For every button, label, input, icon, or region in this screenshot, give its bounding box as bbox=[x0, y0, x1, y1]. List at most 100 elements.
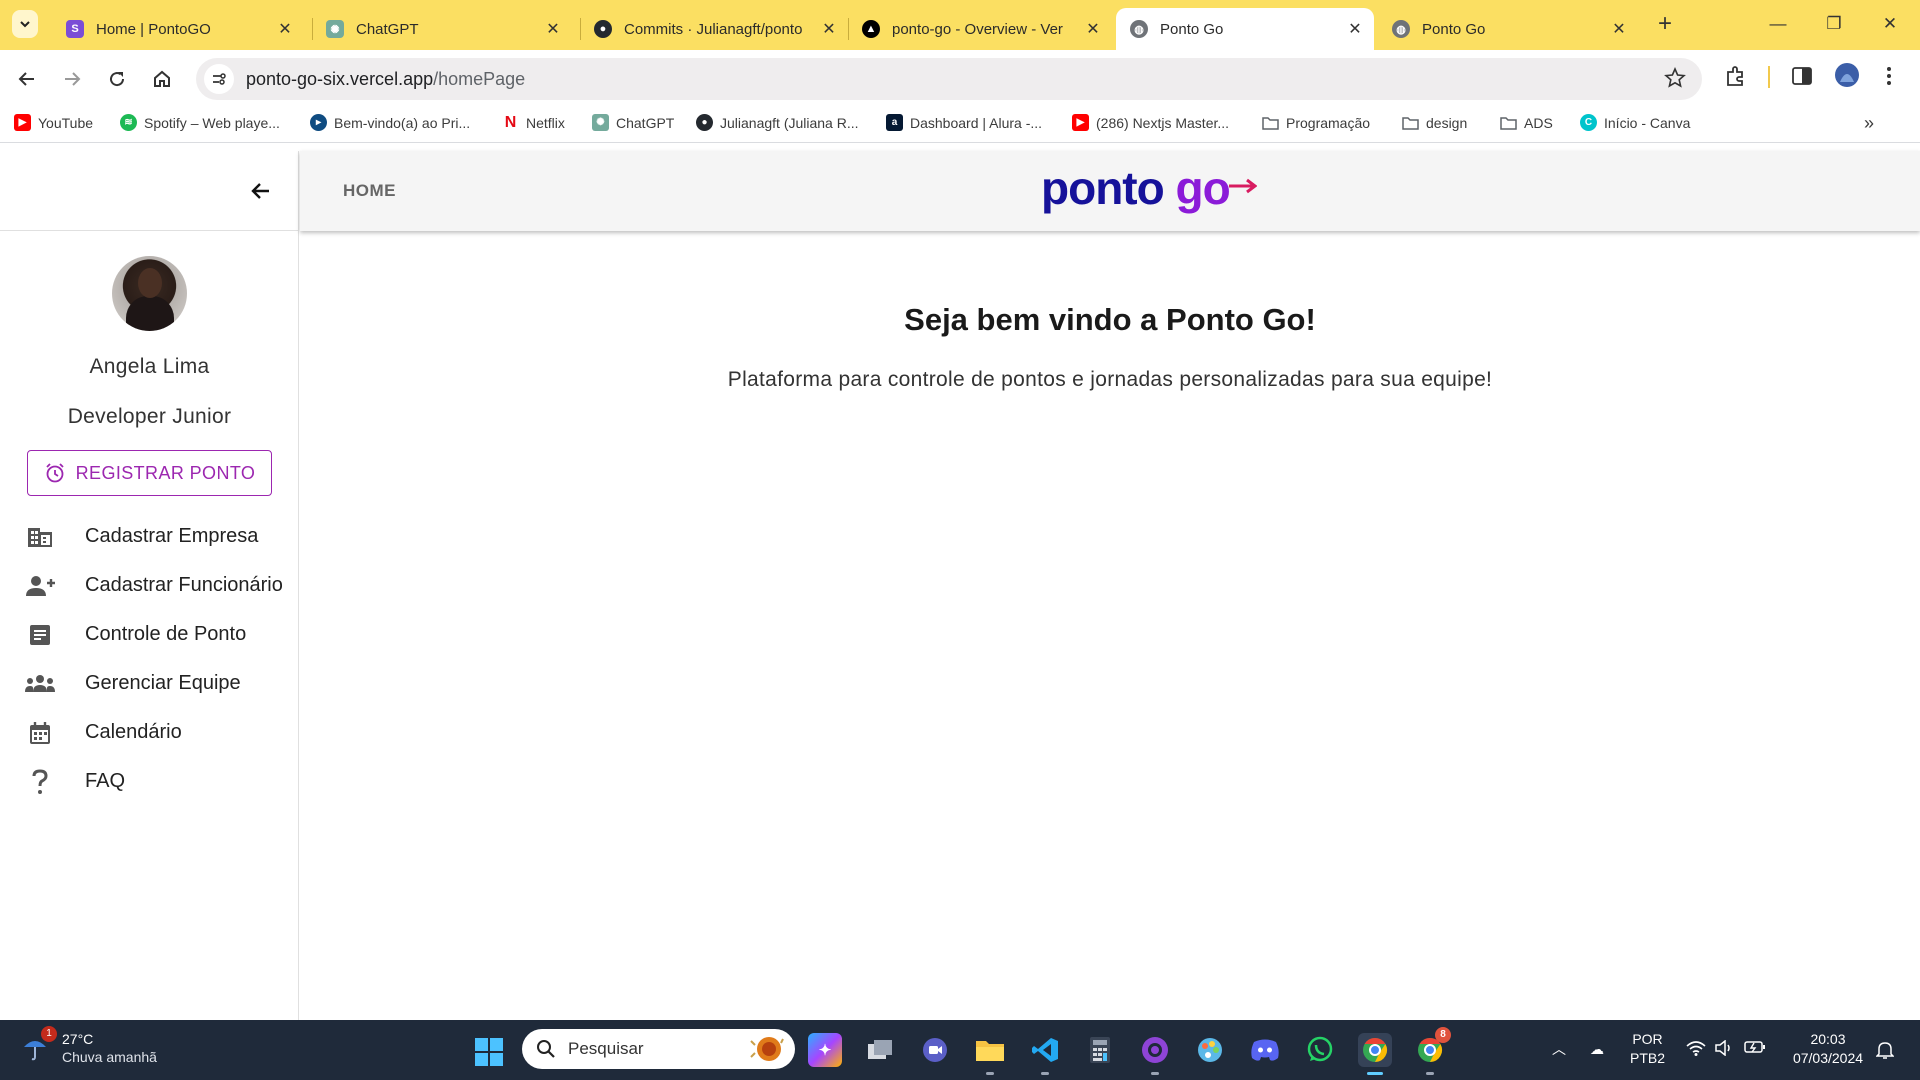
tab-github-commits[interactable]: ● Commits · Julianagft/ponto ✕ bbox=[580, 8, 848, 50]
menu-item-controle-de-ponto[interactable]: Controle de Ponto bbox=[0, 610, 299, 659]
vscode-icon[interactable] bbox=[1028, 1033, 1062, 1067]
bookmark-netflix[interactable]: N Netflix bbox=[502, 114, 565, 131]
weather-badge: 1 bbox=[41, 1026, 57, 1042]
menu-item-gerenciar-equipe[interactable]: Gerenciar Equipe bbox=[0, 659, 299, 708]
menu-item-cadastrar-empresa[interactable]: Cadastrar Empresa bbox=[0, 512, 299, 561]
minimize-window-button[interactable]: — bbox=[1750, 8, 1806, 40]
copilot-app-icon[interactable]: ✦ bbox=[808, 1033, 842, 1067]
chatgpt-favicon: ✺ bbox=[326, 20, 344, 38]
bookmark-spotify[interactable]: ≋ Spotify – Web playe... bbox=[120, 114, 280, 131]
close-tab-icon[interactable]: ✕ bbox=[1610, 19, 1628, 39]
tab-vercel-overview[interactable]: ▲ ponto-go - Overview - Ver ✕ bbox=[848, 8, 1112, 50]
bookmark-folder-design[interactable]: design bbox=[1402, 114, 1467, 131]
taskbar-search[interactable]: Pesquisar bbox=[522, 1029, 795, 1069]
side-panel-icon[interactable] bbox=[1790, 64, 1814, 93]
sidebar-header bbox=[0, 151, 298, 231]
url-host: ponto-go-six.vercel.app bbox=[246, 68, 434, 89]
address-bar[interactable]: ponto-go-six.vercel.app/homePage bbox=[196, 58, 1702, 100]
user-role: Developer Junior bbox=[67, 405, 232, 428]
browser-menu-icon[interactable] bbox=[1886, 64, 1892, 93]
back-button[interactable] bbox=[12, 64, 42, 94]
welcome-title: Seja bem vindo a Ponto Go! bbox=[904, 302, 1316, 337]
logo-arrow-icon bbox=[1229, 178, 1257, 194]
menu-item-cadastrar-funcionario[interactable]: Cadastrar Funcionário bbox=[0, 561, 299, 610]
browser-tab-strip: S Home | PontoGO ✕ ✺ ChatGPT ✕ ● Commits… bbox=[0, 0, 1920, 50]
url-path: /homePage bbox=[433, 68, 526, 89]
close-tab-icon[interactable]: ✕ bbox=[1084, 19, 1102, 39]
github-desktop-icon[interactable] bbox=[1138, 1033, 1172, 1067]
arrow-left-icon bbox=[251, 183, 269, 199]
discord-icon[interactable] bbox=[1248, 1033, 1282, 1067]
spotify-icon: ≋ bbox=[120, 114, 137, 131]
bookmark-prime-video[interactable]: ▸ Bem-vindo(a) ao Pri... bbox=[310, 114, 470, 131]
reload-button[interactable] bbox=[102, 64, 132, 94]
bookmark-github-profile[interactable]: ● Julianagft (Juliana R... bbox=[696, 114, 859, 131]
restore-window-button[interactable]: ❐ bbox=[1806, 8, 1862, 40]
start-button[interactable] bbox=[474, 1037, 504, 1072]
show-hidden-icons-chevron[interactable]: ︿ bbox=[1552, 1040, 1566, 1059]
tab-ponto-go[interactable]: ◍ Ponto Go ✕ bbox=[1378, 8, 1638, 50]
bookmark-folder-programacao[interactable]: Programação bbox=[1262, 114, 1370, 131]
close-tab-icon[interactable]: ✕ bbox=[1346, 19, 1364, 39]
youtube-icon: ▶ bbox=[14, 114, 31, 131]
tab-ponto-go-active[interactable]: ◍ Ponto Go ✕ bbox=[1116, 8, 1374, 50]
clock[interactable]: 20:03 07/03/2024 bbox=[1786, 1030, 1870, 1068]
weather-widget[interactable]: 1 27°C Chuva amanhã bbox=[22, 1026, 157, 1066]
windows-logo-icon bbox=[475, 1038, 503, 1066]
extensions-icon[interactable] bbox=[1724, 64, 1748, 93]
tab-home-pontogo[interactable]: S Home | PontoGO ✕ bbox=[52, 8, 304, 50]
chevron-down-icon bbox=[20, 21, 30, 28]
onedrive-offline-icon[interactable]: ☁ bbox=[1590, 1040, 1604, 1059]
close-tab-icon[interactable]: ✕ bbox=[276, 19, 294, 39]
app-sidebar: Angela Lima Developer Junior REGISTRAR P… bbox=[0, 151, 299, 1020]
forward-button[interactable] bbox=[57, 64, 87, 94]
bookmark-nextjs-video[interactable]: ▶ (286) Nextjs Master... bbox=[1072, 114, 1229, 131]
search-highlight-icon bbox=[750, 1037, 784, 1061]
file-explorer-icon[interactable] bbox=[973, 1033, 1007, 1067]
folder-icon bbox=[1262, 114, 1279, 131]
nav-home-link[interactable]: HOME bbox=[343, 181, 396, 201]
more-bookmarks-icon[interactable]: » bbox=[1864, 113, 1874, 134]
bookmark-folder-ads[interactable]: ADS bbox=[1500, 114, 1553, 131]
menu-item-calendario[interactable]: Calendário bbox=[0, 708, 299, 757]
home-button[interactable] bbox=[147, 64, 177, 94]
close-tab-icon[interactable]: ✕ bbox=[544, 19, 562, 39]
bookmarks-bar: ▶ YouTube ≋ Spotify – Web playe... ▸ Bem-vi… bbox=[0, 107, 1920, 143]
bookmark-star-icon[interactable] bbox=[1664, 66, 1686, 94]
close-tab-icon[interactable]: ✕ bbox=[820, 19, 838, 39]
bookmark-chatgpt[interactable]: ✺ ChatGPT bbox=[592, 114, 674, 131]
new-tab-button[interactable]: + bbox=[1650, 10, 1680, 38]
user-avatar bbox=[112, 256, 187, 331]
whatsapp-icon[interactable] bbox=[1303, 1033, 1337, 1067]
tab-search-button[interactable] bbox=[12, 10, 38, 38]
bookmark-alura[interactable]: a Dashboard | Alura -... bbox=[886, 114, 1042, 131]
volume-icon[interactable] bbox=[1714, 1039, 1734, 1061]
language-indicator[interactable]: POR PTB2 bbox=[1630, 1030, 1665, 1068]
tab-chatgpt[interactable]: ✺ ChatGPT ✕ bbox=[312, 8, 572, 50]
paint-app-icon[interactable] bbox=[1193, 1033, 1227, 1067]
task-view-icon[interactable] bbox=[863, 1033, 897, 1067]
chrome-icon[interactable]: 8 bbox=[1413, 1027, 1451, 1067]
close-sidebar-button[interactable] bbox=[249, 179, 273, 208]
bookmark-youtube[interactable]: ▶ YouTube bbox=[14, 114, 93, 131]
calculator-icon[interactable] bbox=[1083, 1033, 1117, 1067]
register-clock-button[interactable]: REGISTRAR PONTO bbox=[27, 450, 272, 496]
wifi-icon[interactable] bbox=[1686, 1040, 1706, 1061]
welcome-subtitle: Plataforma para controle de pontos e jor… bbox=[727, 368, 1493, 391]
chrome-profile-icon[interactable] bbox=[1358, 1033, 1392, 1067]
site-info-icon[interactable] bbox=[204, 64, 234, 94]
github-icon: ● bbox=[696, 114, 713, 131]
reload-icon bbox=[110, 72, 125, 87]
profile-avatar[interactable] bbox=[1834, 62, 1860, 93]
menu-item-faq[interactable]: FAQ bbox=[0, 757, 299, 806]
close-window-button[interactable]: ✕ bbox=[1862, 8, 1918, 40]
windows-taskbar: 1 27°C Chuva amanhã Pesquisar ✦ 8 ︿ ☁ PO… bbox=[0, 1020, 1920, 1080]
battery-icon[interactable] bbox=[1744, 1040, 1766, 1059]
question-icon bbox=[25, 768, 55, 795]
teams-meet-icon[interactable] bbox=[918, 1033, 952, 1067]
bookmark-canva[interactable]: C Início - Canva bbox=[1580, 114, 1690, 131]
pontogo-favicon: S bbox=[66, 20, 84, 38]
notification-bell-icon[interactable] bbox=[1875, 1040, 1895, 1065]
app-header: HOME ponto go bbox=[300, 151, 1920, 231]
arrow-right-icon bbox=[65, 72, 81, 86]
